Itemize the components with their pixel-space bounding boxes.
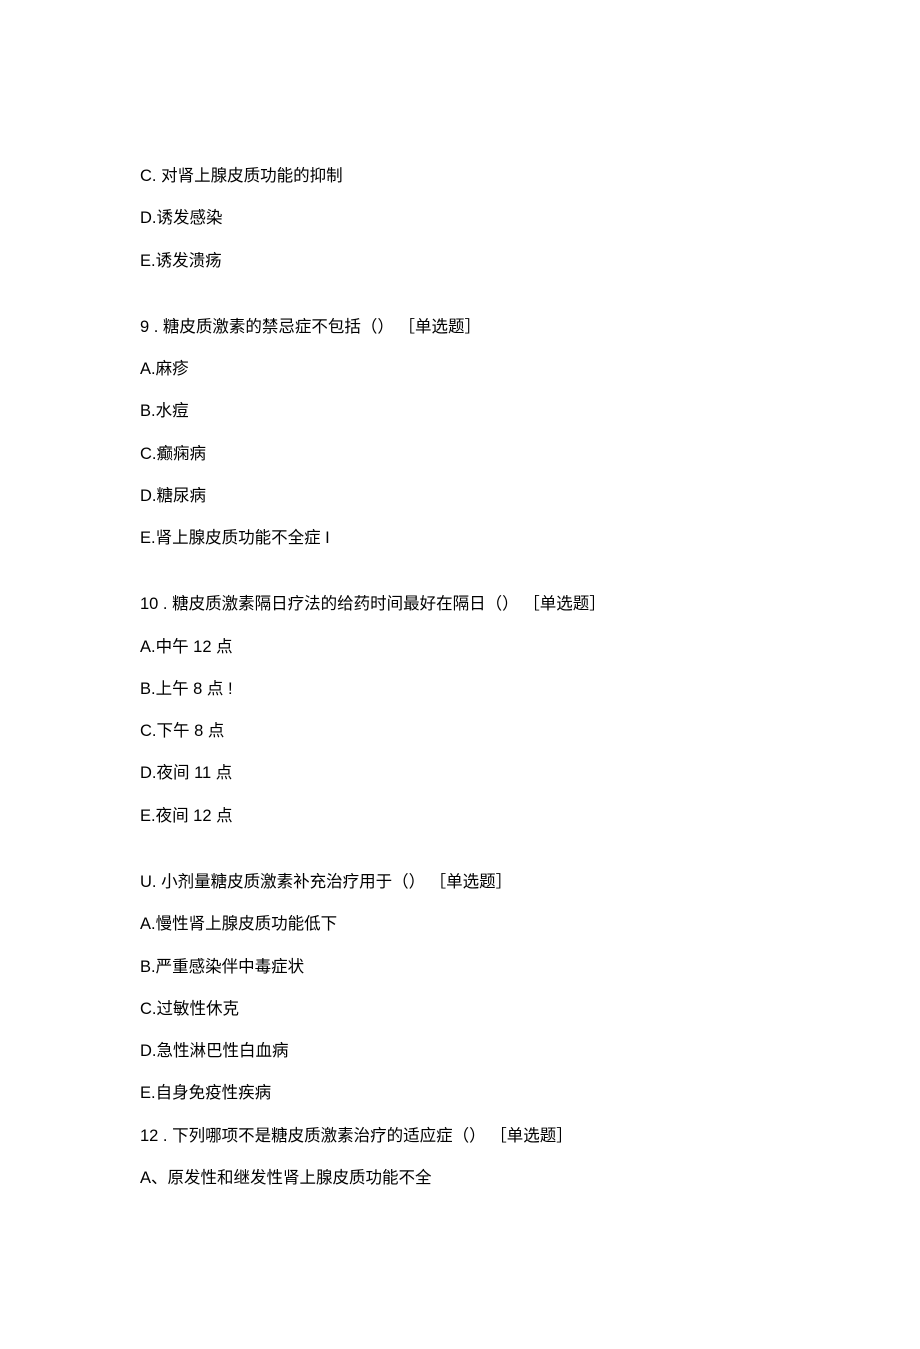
- option-text: C. 对肾上腺皮质功能的抑制: [140, 165, 920, 187]
- option-text: E.肾上腺皮质功能不全症 I: [140, 527, 920, 549]
- option-text: B.水痘: [140, 400, 920, 422]
- spacer: [140, 847, 920, 871]
- option-text: D.急性淋巴性白血病: [140, 1040, 920, 1062]
- question-text: U. 小剂量糖皮质激素补充治疗用于（） ［单选题］: [140, 871, 920, 893]
- option-text: E.夜间 12 点: [140, 805, 920, 827]
- option-text: E.诱发溃疡: [140, 250, 920, 272]
- option-text: C.癫痫病: [140, 443, 920, 465]
- question-text: 12 . 下列哪项不是糖皮质激素治疗的适应症（） ［单选题］: [140, 1125, 920, 1147]
- question-text: 9 . 糖皮质激素的禁忌症不包括（） ［单选题］: [140, 316, 920, 338]
- option-text: B.上午 8 点 !: [140, 678, 920, 700]
- option-text: A.中午 12 点: [140, 636, 920, 658]
- spacer: [140, 292, 920, 316]
- option-text: B.严重感染伴中毒症状: [140, 956, 920, 978]
- option-text: A.麻疹: [140, 358, 920, 380]
- option-text: A.慢性肾上腺皮质功能低下: [140, 913, 920, 935]
- option-text: D.糖尿病: [140, 485, 920, 507]
- option-text: C.过敏性休克: [140, 998, 920, 1020]
- option-text: D.夜间 11 点: [140, 762, 920, 784]
- option-text: D.诱发感染: [140, 207, 920, 229]
- spacer: [140, 569, 920, 593]
- document-page: C. 对肾上腺皮质功能的抑制 D.诱发感染 E.诱发溃疡 9 . 糖皮质激素的禁…: [0, 0, 920, 1349]
- question-text: 10 . 糖皮质激素隔日疗法的给药时间最好在隔日（） ［单选题］: [140, 593, 920, 615]
- option-text: E.自身免疫性疾病: [140, 1082, 920, 1104]
- option-text: A、原发性和继发性肾上腺皮质功能不全: [140, 1167, 920, 1189]
- option-text: C.下午 8 点: [140, 720, 920, 742]
